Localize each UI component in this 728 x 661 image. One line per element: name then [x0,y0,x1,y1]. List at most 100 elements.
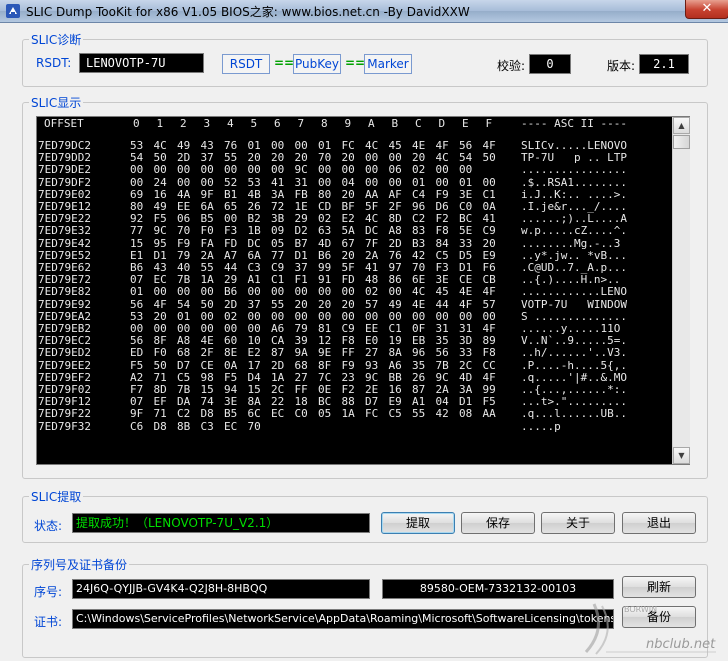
hex-byte: C9 [271,261,285,274]
hex-byte: 49 [388,297,402,311]
hex-byte: 40 [177,261,191,274]
status-field: 提取成功！（LENOVOTP-7U_V2.1） [72,513,370,533]
scroll-down-arrow-icon[interactable]: ▼ [673,447,690,464]
title-bar[interactable]: SLIC Dump TooKit for x86 V1.05 BIOS之家: w… [0,0,728,23]
hex-byte: A7 [224,248,238,262]
hex-header-col: 9 [344,117,352,130]
hex-byte: F8 [482,346,496,360]
group-title: SLIC诊断 [29,31,84,48]
hex-byte: CD [318,200,332,213]
hex-dump-view[interactable]: OFFSET 0 1 2 3 4 5 6 7 8 9 A B C D E F ---- ASC II ---- 7E… [36,116,690,465]
hex-byte: 35 [412,358,426,372]
hex-byte: D1 [153,248,167,262]
hex-byte: 00 [318,175,332,189]
hex-byte: 9E [318,346,332,360]
rsdt-button[interactable]: RSDT [222,54,270,74]
hex-byte: 63 [318,224,332,238]
hex-byte: 3E [435,273,449,287]
hex-row: 7ED79E82 01 00 00 00 B6 00 00 00 00 00 02 00 4C 45 4E 4F… [37,286,672,298]
hex-byte: 15 [247,383,261,396]
hex-header-col: 8 [321,117,328,130]
hex-byte: 00 [224,322,238,335]
exit-button[interactable]: 退出 [622,512,696,534]
group-title: 序列号及证书备份 [29,556,130,573]
refresh-button[interactable]: 刷新 [622,576,696,598]
hex-byte: 52 [224,175,238,189]
hex-byte: C3 [200,419,214,433]
hex-byte: 0F [412,322,426,335]
hex-byte: 02 [365,285,379,299]
hex-header-col: 1 [156,117,164,130]
hex-byte: 00 [318,309,332,323]
hex-byte: C5 [177,370,191,384]
hex-byte: 20 [482,236,496,250]
hex-byte: CB [482,273,496,287]
hex-row: 7ED79DF2 00 24 00 00 52 53 41 31 00 04 00 00 01 00 01 00… [37,175,672,189]
hex-byte: 00 [459,163,473,177]
hex-row: 7ED79E42 15 95 F9 FA FD DC 05 B7 4D 67 7F 2D B3 84 33 20… [37,236,672,250]
hex-row: 7ED79E52 E1 D1 79 2A A7 6A 77 D1 B6 20 2A 76 42 C5 D5 E9… [37,248,672,262]
hex-byte: 8B [177,419,191,433]
hex-byte: 2A [200,248,214,262]
hex-byte: C5 [388,407,402,421]
hex-byte: 0A [482,200,496,213]
hex-byte: 4C [365,212,379,226]
hex-byte: 6C [247,407,261,421]
hex-byte: 00 [224,163,238,177]
hex-byte: 20 [294,151,308,165]
marker-button[interactable]: Marker [364,54,412,74]
hex-byte: C3 [247,261,261,274]
hex-byte: 55 [412,407,426,421]
hex-byte: 92 [130,212,144,226]
hex-byte: 91 [318,273,332,287]
hex-byte: 79 [177,248,191,262]
hex-byte: 50 [153,358,167,372]
hex-byte: D1 [459,395,473,409]
hex-byte: 27 [294,370,308,384]
hex-byte: 8F [153,334,167,348]
hex-byte: 93 [365,358,379,372]
hex-byte: C4 [412,187,426,201]
hex-row: 7ED79F32 C6 D8 8B C3 EC 70 .....p [37,419,672,433]
hex-byte: 22 [271,395,285,409]
scroll-thumb[interactable] [673,135,690,149]
hex-byte: 3E [224,395,238,409]
hex-byte: 00 [247,163,261,177]
about-button[interactable]: 关于 [541,512,615,534]
hex-byte: 39 [294,334,308,348]
hex-byte: 68 [294,358,308,372]
hex-byte: C0 [294,407,308,421]
hex-byte: E2 [341,212,355,226]
hex-byte: 00 [247,285,261,299]
save-button[interactable]: 保存 [461,512,535,534]
hex-byte: 2D [224,297,238,311]
hex-byte: B5 [200,212,214,226]
hex-row-offset: 7ED79EF2 [38,370,91,384]
hex-byte: 5E [459,224,473,238]
hex-byte: F6 [482,261,496,274]
hex-row-ascii: .P....-h....5{,. [521,358,627,372]
extract-button[interactable]: 提取 [381,512,455,534]
hex-byte: 7F [365,236,379,250]
hex-header-col: 7 [297,117,305,130]
hex-byte: 05 [318,407,332,421]
rsdt-label: RSDT: [36,56,72,70]
hex-byte: 56 [130,297,144,311]
hex-row-ascii: ..{.)....H.n>.. [521,273,621,287]
hex-byte: 00 [200,163,214,177]
pubkey-button[interactable]: PubKey [293,54,341,74]
hex-byte: 1A [200,273,214,287]
hex-byte: 87 [412,383,426,396]
hex-byte: D8 [153,419,167,433]
hex-byte: 54 [459,151,473,165]
hex-byte: FC [365,407,379,421]
hex-byte: CE [459,273,473,287]
scroll-up-arrow-icon[interactable]: ▲ [673,117,690,134]
close-button[interactable]: ✕ [685,0,728,19]
hex-row-ascii: .....p [521,419,561,433]
hex-header-col: 0 [133,117,140,130]
hex-byte: D5 [459,248,473,262]
vertical-scrollbar[interactable]: ▲ ▼ [672,117,690,464]
hex-row-ascii: VOTP-7U WINDOW [521,297,627,311]
hex-byte: 8E [224,346,238,360]
